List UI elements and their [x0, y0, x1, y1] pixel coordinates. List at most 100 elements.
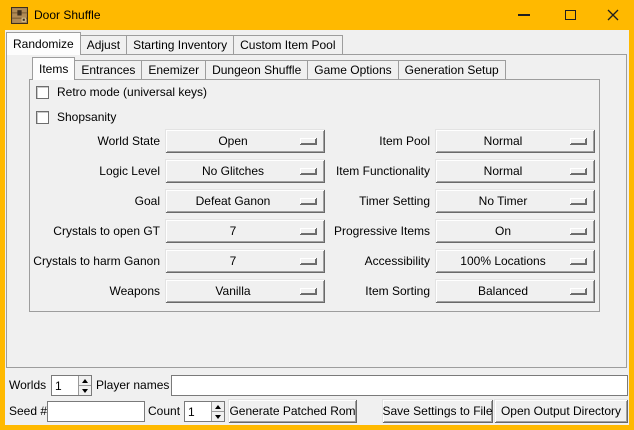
- crystals-harm-ganon-dropdown[interactable]: 7: [165, 249, 325, 273]
- save-settings-button[interactable]: Save Settings to File: [382, 399, 493, 423]
- goal-dropdown[interactable]: Defeat Ganon: [165, 189, 325, 213]
- seed-field: [47, 401, 145, 422]
- tab-adjust[interactable]: Adjust: [80, 35, 127, 55]
- worlds-spinbox: [51, 375, 92, 396]
- crystals-harm-ganon-label: Crystals to harm Ganon: [30, 249, 160, 273]
- retro-mode-label: Retro mode (universal keys): [57, 85, 207, 99]
- minimize-icon: [518, 14, 530, 16]
- worlds-spin-down-button[interactable]: [79, 386, 91, 395]
- timer-setting-label: Timer Setting: [330, 189, 430, 213]
- count-input[interactable]: [185, 402, 211, 421]
- progressive-items-label: Progressive Items: [330, 219, 430, 243]
- progressive-items-value: On: [495, 224, 511, 238]
- crystals-harm-ganon-value: 7: [230, 254, 237, 268]
- retro-mode-checkbox[interactable]: Retro mode (universal keys): [36, 85, 207, 99]
- tab-enemizer[interactable]: Enemizer: [141, 60, 206, 80]
- checkbox-unchecked-icon: [36, 86, 49, 99]
- item-sorting-value: Balanced: [478, 284, 528, 298]
- seed-label: Seed #: [9, 401, 47, 422]
- item-sorting-label: Item Sorting: [330, 279, 430, 303]
- item-functionality-dropdown[interactable]: Normal: [435, 159, 595, 183]
- item-sorting-dropdown[interactable]: Balanced: [435, 279, 595, 303]
- shopsanity-label: Shopsanity: [57, 110, 116, 124]
- menubutton-indicator-icon: [300, 138, 317, 145]
- menubutton-indicator-icon: [300, 228, 317, 235]
- generate-patched-rom-button[interactable]: Generate Patched Rom: [228, 399, 357, 423]
- minimize-button[interactable]: [501, 0, 547, 30]
- seed-input[interactable]: [48, 402, 144, 421]
- spin-up-icon: [82, 379, 88, 383]
- menubutton-indicator-icon: [570, 168, 587, 175]
- crystals-open-gt-value: 7: [230, 224, 237, 238]
- worlds-input[interactable]: [52, 376, 78, 395]
- close-icon: [607, 9, 619, 21]
- menubutton-indicator-icon: [300, 198, 317, 205]
- checkbox-unchecked-icon: [36, 111, 49, 124]
- goal-label: Goal: [30, 189, 160, 213]
- spin-up-icon: [215, 405, 221, 409]
- count-spin-up-button[interactable]: [212, 402, 224, 412]
- player-names-label: Player names: [96, 375, 169, 396]
- weapons-value: Vanilla: [215, 284, 250, 298]
- menubutton-indicator-icon: [570, 138, 587, 145]
- worlds-spin-buttons: [78, 376, 91, 395]
- menubutton-indicator-icon: [300, 258, 317, 265]
- item-pool-dropdown[interactable]: Normal: [435, 129, 595, 153]
- item-functionality-value: Normal: [484, 164, 523, 178]
- count-label: Count: [148, 401, 180, 422]
- goal-value: Defeat Ganon: [196, 194, 271, 208]
- timer-setting-dropdown[interactable]: No Timer: [435, 189, 595, 213]
- player-names-input[interactable]: [172, 376, 627, 395]
- accessibility-dropdown[interactable]: 100% Locations: [435, 249, 595, 273]
- tab-entrances[interactable]: Entrances: [74, 60, 142, 80]
- close-button[interactable]: [592, 0, 634, 30]
- count-spinbox: [184, 401, 225, 422]
- options-grid: World State Open Item Pool Normal Logic …: [30, 129, 595, 303]
- tab-dungeon-shuffle[interactable]: Dungeon Shuffle: [205, 60, 308, 80]
- logic-level-dropdown[interactable]: No Glitches: [165, 159, 325, 183]
- shopsanity-checkbox[interactable]: Shopsanity: [36, 110, 116, 124]
- weapons-label: Weapons: [30, 279, 160, 303]
- world-state-dropdown[interactable]: Open: [165, 129, 325, 153]
- menubutton-indicator-icon: [300, 288, 317, 295]
- tab-custom-item-pool[interactable]: Custom Item Pool: [233, 35, 342, 55]
- progressive-items-dropdown[interactable]: On: [435, 219, 595, 243]
- item-pool-value: Normal: [484, 134, 523, 148]
- count-spin-buttons: [211, 402, 224, 421]
- player-names-field: [171, 375, 628, 396]
- menubutton-indicator-icon: [570, 198, 587, 205]
- logic-level-label: Logic Level: [30, 159, 160, 183]
- maximize-button[interactable]: [547, 0, 593, 30]
- menubutton-indicator-icon: [570, 288, 587, 295]
- door-icon: [11, 7, 28, 24]
- sub-tab-bar: Items Entrances Enemizer Dungeon Shuffle…: [32, 57, 506, 80]
- worlds-spin-up-button[interactable]: [79, 376, 91, 386]
- menubutton-indicator-icon: [300, 168, 317, 175]
- item-pool-label: Item Pool: [330, 129, 430, 153]
- door-shuffle-window: Door Shuffle Randomize Adjust Starting I…: [0, 0, 634, 430]
- timer-setting-value: No Timer: [479, 194, 528, 208]
- worlds-label: Worlds: [9, 375, 46, 396]
- open-output-directory-button[interactable]: Open Output Directory: [494, 399, 628, 423]
- crystals-open-gt-label: Crystals to open GT: [30, 219, 160, 243]
- crystals-open-gt-dropdown[interactable]: 7: [165, 219, 325, 243]
- world-state-label: World State: [30, 129, 160, 153]
- item-functionality-label: Item Functionality: [330, 159, 430, 183]
- logic-level-value: No Glitches: [202, 164, 264, 178]
- spin-down-icon: [215, 415, 221, 419]
- menubutton-indicator-icon: [570, 228, 587, 235]
- weapons-dropdown[interactable]: Vanilla: [165, 279, 325, 303]
- count-spin-down-button[interactable]: [212, 412, 224, 421]
- tab-generation-setup[interactable]: Generation Setup: [398, 60, 506, 80]
- world-state-value: Open: [218, 134, 247, 148]
- tab-randomize[interactable]: Randomize: [6, 32, 81, 55]
- titlebar: Door Shuffle: [0, 0, 634, 30]
- spin-down-icon: [82, 389, 88, 393]
- menubutton-indicator-icon: [570, 258, 587, 265]
- tab-game-options[interactable]: Game Options: [307, 60, 398, 80]
- main-tab-bar: Randomize Adjust Starting Inventory Cust…: [6, 32, 343, 55]
- window-title: Door Shuffle: [34, 0, 101, 30]
- maximize-icon: [565, 10, 576, 20]
- tab-starting-inventory[interactable]: Starting Inventory: [126, 35, 234, 55]
- tab-items[interactable]: Items: [32, 57, 75, 80]
